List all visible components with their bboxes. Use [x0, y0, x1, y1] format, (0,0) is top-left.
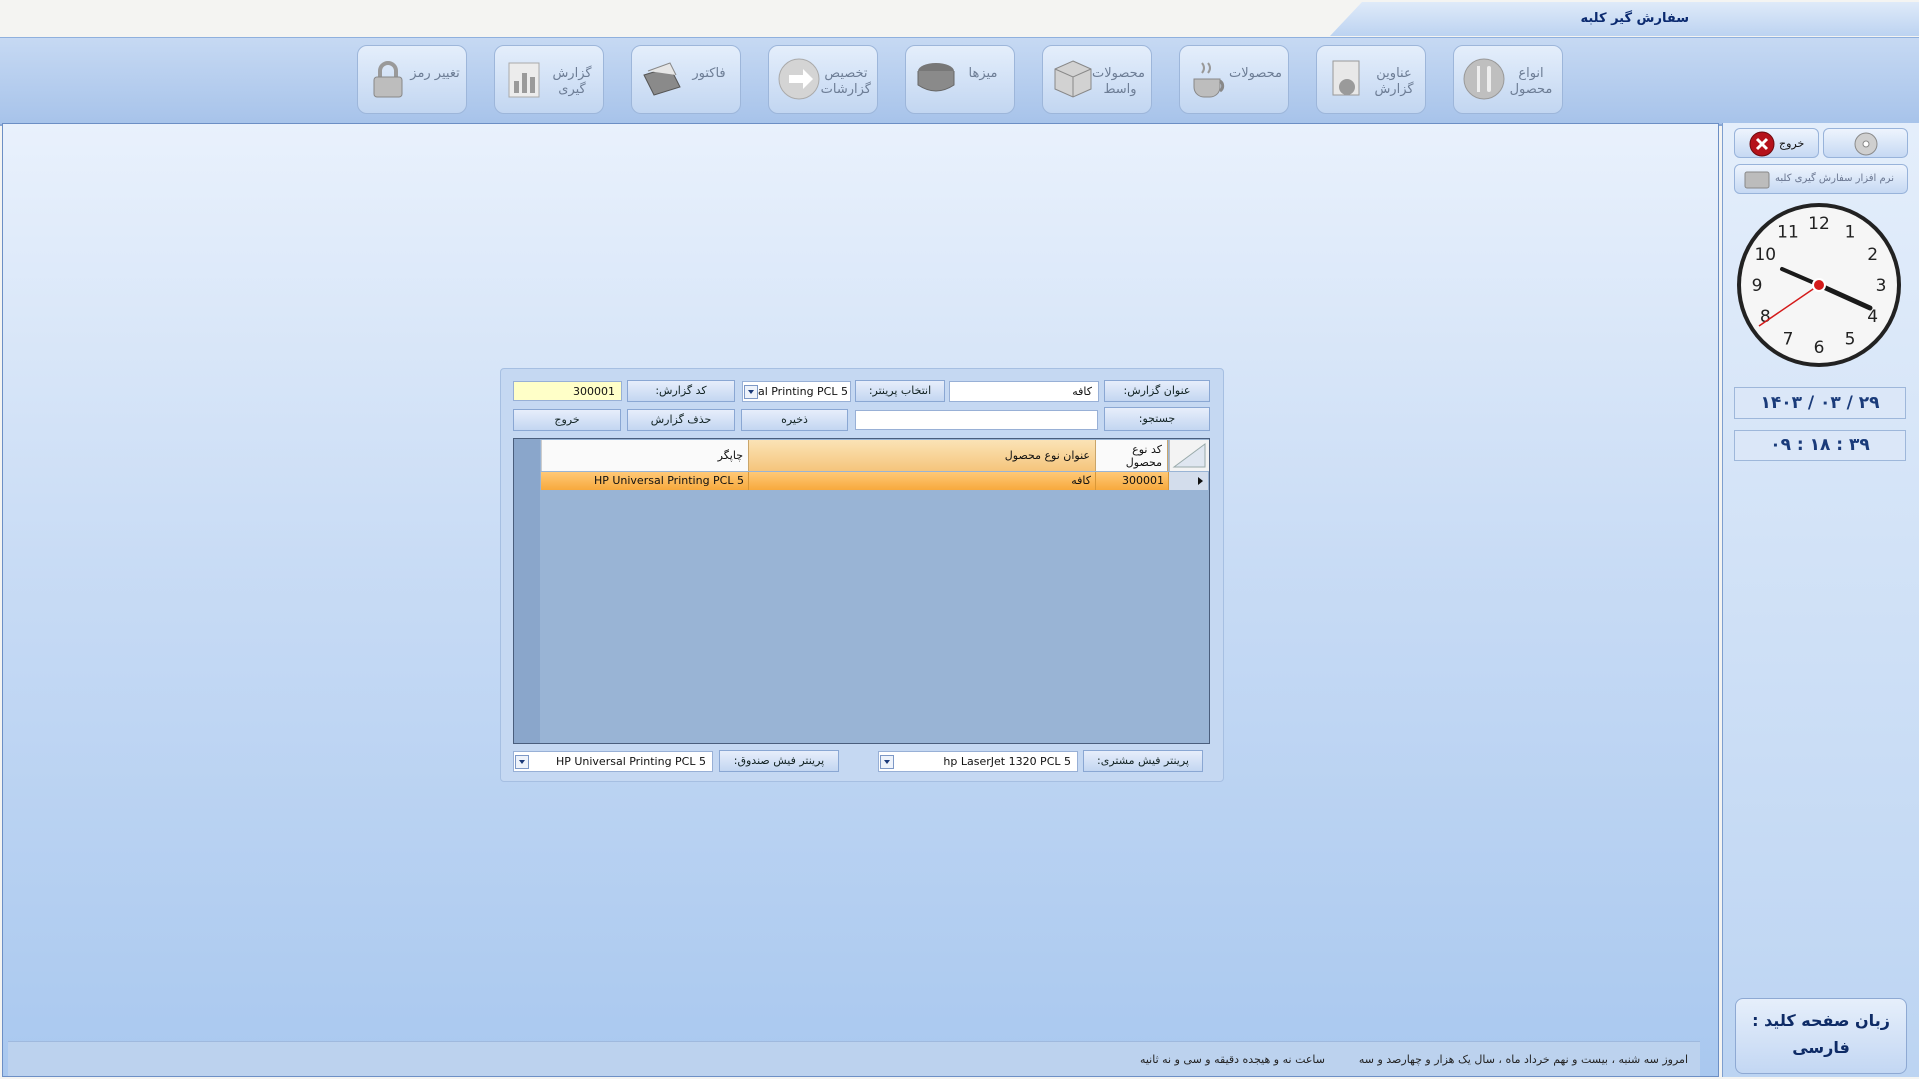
cutlery-icon: [1463, 58, 1505, 100]
row-pointer-icon: [1198, 477, 1203, 485]
assign-arrow-icon: [778, 58, 820, 100]
intermediate-products-label: محصولات واسط: [1092, 66, 1145, 97]
reporting-label: گزارش گیری: [552, 66, 592, 97]
window-title-tab: سفارش گیر کلبه: [1330, 2, 1919, 36]
customer-printer-arrow[interactable]: [880, 755, 894, 769]
invoice-label: فاکتور: [692, 66, 726, 81]
table-row-code[interactable]: 300001: [1096, 472, 1169, 490]
cashier-printer-label: پرینتر فیش صندوق:: [719, 750, 839, 772]
invoice-icon: [643, 62, 681, 96]
clock-numeral: 5: [1845, 330, 1856, 350]
app-icon: [1744, 171, 1770, 189]
products-button[interactable]: محصولات: [1179, 45, 1289, 114]
products-label: محصولات: [1229, 66, 1282, 81]
report-code-label: کد گزارش:: [627, 380, 735, 402]
clock-numeral: 10: [1754, 245, 1776, 265]
status-date-text: امروز سه شنبه ، بیست و نهم خرداد ماه ، س…: [1358, 1053, 1688, 1066]
report-title-field[interactable]: کافه: [949, 381, 1099, 402]
cashier-printer-arrow[interactable]: [515, 755, 529, 769]
save-button[interactable]: ذخیره: [741, 409, 848, 431]
main-toolbar: انواع محصول عناوین گزارش محصولات محصولات…: [0, 37, 1919, 126]
exit-x-icon: [1749, 131, 1775, 157]
status-time-text: ساعت نه و هیجده دقیقه و سی و نه ثانیه: [1139, 1053, 1325, 1066]
clock-numeral: 12: [1808, 214, 1830, 234]
clock-numeral: 7: [1783, 330, 1794, 350]
change-password-button[interactable]: تغییر رمز: [357, 45, 467, 114]
clock-numeral: 2: [1867, 245, 1878, 265]
clock-numeral: 1: [1845, 222, 1856, 242]
cd-icon: [1854, 132, 1878, 156]
grid-row-header: [514, 439, 540, 743]
product-types-label: انواع محصول: [1509, 66, 1553, 97]
form-exit-button[interactable]: خروج: [513, 409, 621, 431]
grid-corner-triangle-icon: [1172, 443, 1206, 468]
coffee-cup-icon: [1193, 62, 1225, 98]
cd-button[interactable]: [1823, 128, 1908, 158]
row-selector[interactable]: [1169, 472, 1208, 490]
reporting-button[interactable]: گزارش گیری: [494, 45, 604, 114]
date-display: ۱۴۰۳ / ۰۳ / ۲۹: [1734, 387, 1906, 419]
invoice-button[interactable]: فاکتور: [631, 45, 741, 114]
table-row-title[interactable]: کافه: [749, 472, 1096, 490]
search-label: جستجو:: [1104, 407, 1210, 431]
assign-reports-button[interactable]: تخصیص گزارشات: [768, 45, 878, 114]
time-display: ۰۹ : ۱۸ : ۳۹: [1734, 430, 1906, 461]
delete-report-button[interactable]: حذف گزارش: [627, 409, 735, 431]
keyboard-language-value: فارسی: [1792, 1038, 1850, 1057]
app-info-button[interactable]: نرم افزار سفارش گیری کلبه: [1734, 164, 1908, 194]
column-header-printer[interactable]: چاپگر: [541, 440, 749, 471]
padlock-icon: [373, 61, 403, 98]
report-grid[interactable]: کد نوع محصول عنوان نوع محصول چاپگر 30000…: [513, 438, 1210, 744]
table-row-printer[interactable]: HP Universal Printing PCL 5: [541, 472, 749, 490]
printer-select-arrow[interactable]: [744, 385, 758, 399]
assign-reports-label: تخصیص گزارشات: [820, 66, 871, 97]
intermediate-products-button[interactable]: محصولات واسط: [1042, 45, 1152, 114]
clock-center-cap: [1812, 278, 1826, 292]
printer-select-label: انتخاب پرینتر:: [855, 380, 945, 402]
report-title-label: عنوان گزارش:: [1104, 380, 1210, 402]
bar-chart-icon: [508, 62, 540, 98]
cashier-printer-dropdown[interactable]: HP Universal Printing PCL 5: [513, 751, 713, 772]
status-bar: امروز سه شنبه ، بیست و نهم خرداد ماه ، س…: [8, 1041, 1700, 1076]
report-titles-label: عناوین گزارش: [1374, 66, 1414, 97]
tables-button[interactable]: میزها: [905, 45, 1015, 114]
sidebar-exit-label: خروج: [1779, 137, 1805, 150]
printer-select-value: sal Printing PCL 5: [752, 385, 848, 398]
column-header-code[interactable]: کد نوع محصول: [1096, 440, 1168, 471]
search-input[interactable]: [855, 410, 1098, 430]
customer-printer-dropdown[interactable]: hp LaserJet 1320 PCL 5: [878, 751, 1078, 772]
printer-select-dropdown[interactable]: sal Printing PCL 5: [742, 381, 851, 402]
keyboard-language-button[interactable]: زبان صفحه کلید : فارسی: [1735, 998, 1907, 1074]
clock-numeral: 3: [1876, 276, 1887, 296]
window-title: سفارش گیر کلبه: [1580, 11, 1689, 26]
customer-printer-label: پرینتر فیش مشتری:: [1083, 750, 1203, 772]
tables-label: میزها: [968, 66, 998, 81]
analog-clock: 12 1234567891011: [1737, 203, 1901, 367]
keyboard-language-label: زبان صفحه کلید :: [1752, 1011, 1890, 1030]
report-doc-icon: [1332, 60, 1360, 96]
box-icon: [1054, 60, 1092, 98]
app-root: سفارش گیر کلبه انواع محصول عناوین گزارش …: [0, 0, 1919, 1079]
app-info-label: نرم افزار سفارش گیری کلبه: [1775, 173, 1894, 184]
product-types-button[interactable]: انواع محصول: [1453, 45, 1563, 114]
grid-corner[interactable]: [1169, 440, 1209, 471]
report-titles-button[interactable]: عناوین گزارش: [1316, 45, 1426, 114]
report-code-field[interactable]: 300001: [513, 381, 622, 401]
clock-numeral: 6: [1814, 338, 1825, 358]
column-header-title[interactable]: عنوان نوع محصول: [749, 440, 1096, 471]
sidebar-exit-button[interactable]: خروج: [1734, 128, 1819, 158]
table-icon: [917, 63, 955, 92]
change-password-label: تغییر رمز: [410, 66, 460, 81]
clock-numeral: 11: [1777, 222, 1799, 242]
clock-numeral: 9: [1752, 276, 1763, 296]
